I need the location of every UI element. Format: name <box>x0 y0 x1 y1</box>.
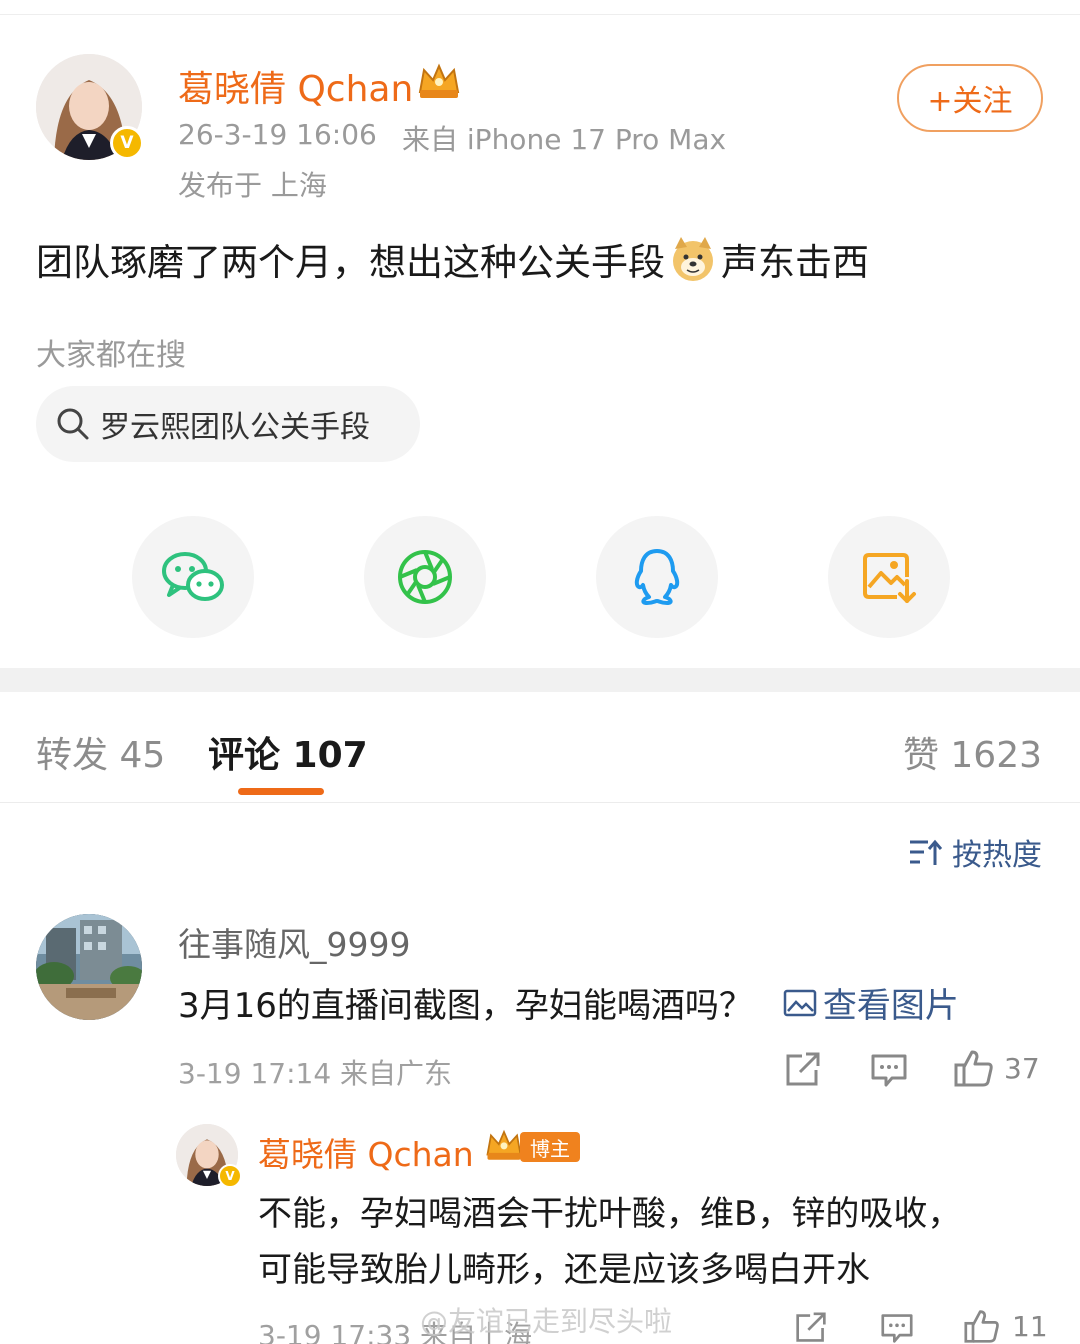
reply-verified-badge-icon: V <box>218 1164 242 1188</box>
reply-share-icon <box>796 1312 826 1342</box>
commenter-name[interactable]: 往事随风_9999 <box>178 918 410 966</box>
crown-badge-icon <box>418 63 460 98</box>
watermark: @友谊已走到尽头啦 <box>420 1305 673 1338</box>
save-image-button[interactable] <box>828 516 950 638</box>
save-image-icon <box>863 553 916 603</box>
comment-share-button[interactable] <box>784 1052 822 1088</box>
tab-comments[interactable]: 评论 107 <box>208 726 368 778</box>
comment-like-button[interactable]: 37 <box>954 1048 1040 1088</box>
blogger-badge: 博主 <box>520 1132 580 1162</box>
follow-button[interactable]: +关注 <box>897 64 1043 132</box>
comment-like-count: 37 <box>1004 1051 1040 1085</box>
wechat-icon <box>162 552 224 601</box>
post-time: 26-3-19 16:06 <box>178 118 377 151</box>
reply-crown-badge-icon <box>486 1129 522 1160</box>
moments-icon <box>398 550 452 604</box>
doge-emoji-icon <box>673 237 713 281</box>
reply-thumbs-up-icon <box>964 1310 999 1343</box>
post-source: 来自 iPhone 17 Pro Max <box>402 123 727 156</box>
view-image-label: 查看图片 <box>822 986 959 1026</box>
reply-text-line2: 可能导致胎儿畸形，还是应该多喝白开水 <box>258 1250 870 1290</box>
post-text-main: 团队琢磨了两个月，想出这种公关手段 <box>36 241 665 284</box>
comment-reply-button[interactable] <box>870 1052 908 1088</box>
section-divider <box>0 668 1080 692</box>
qq-icon <box>634 549 680 605</box>
tab-repost[interactable]: 转发 45 <box>36 726 165 778</box>
author-name[interactable]: 葛晓倩 Qchan <box>178 60 413 112</box>
sort-by-heat-button[interactable]: 按热度 <box>908 830 1042 874</box>
verified-badge-icon: V <box>110 126 144 160</box>
trending-search-label: 大家都在搜 <box>36 338 186 373</box>
reply-like-count: 11 <box>1012 1309 1048 1343</box>
active-tab-indicator <box>238 788 324 795</box>
tab-likes[interactable]: 赞 1623 <box>903 726 1042 778</box>
share-wechat-button[interactable] <box>132 516 254 638</box>
trending-search-chip[interactable]: 罗云熙团队公关手段 <box>36 386 420 462</box>
reply-comment-icon <box>881 1314 913 1343</box>
search-icon <box>57 408 89 440</box>
reply-share-button[interactable] <box>792 1312 830 1344</box>
share-moments-button[interactable] <box>364 516 486 638</box>
image-icon <box>783 989 817 1016</box>
post-location: 发布于 上海 <box>178 169 327 202</box>
thumbs-up-icon <box>954 1050 993 1087</box>
share-icon <box>786 1052 820 1086</box>
reply-like-button[interactable]: 11 <box>962 1308 1048 1344</box>
post-text: 团队琢磨了两个月，想出这种公关手段 声东击西 <box>36 232 869 286</box>
comment-text: 3月16的直播间截图，孕妇能喝酒吗？ 查看图片 <box>178 978 959 1027</box>
sort-icon <box>910 839 942 865</box>
comment-meta: 3-19 17:14 来自广东 <box>178 1057 453 1090</box>
comment-body: 3月16的直播间截图，孕妇能喝酒吗？ <box>178 986 753 1026</box>
view-image-link[interactable]: 查看图片 <box>783 978 959 1027</box>
reply-text-line1: 不能，孕妇喝酒会干扰叶酸，维B，锌的吸收， <box>258 1194 962 1234</box>
share-qq-button[interactable] <box>596 516 718 638</box>
comment-icon <box>871 1054 907 1087</box>
reply-author-name[interactable]: 葛晓倩 Qchan <box>258 1128 474 1176</box>
sort-label: 按热度 <box>952 838 1042 873</box>
tabs-divider <box>0 802 1080 803</box>
top-divider <box>0 14 1080 15</box>
reply-comment-button[interactable] <box>878 1312 916 1344</box>
post-text-tail: 声东击西 <box>721 241 869 284</box>
commenter-avatar[interactable] <box>36 914 142 1020</box>
trending-search-query: 罗云熙团队公关手段 <box>100 410 370 445</box>
